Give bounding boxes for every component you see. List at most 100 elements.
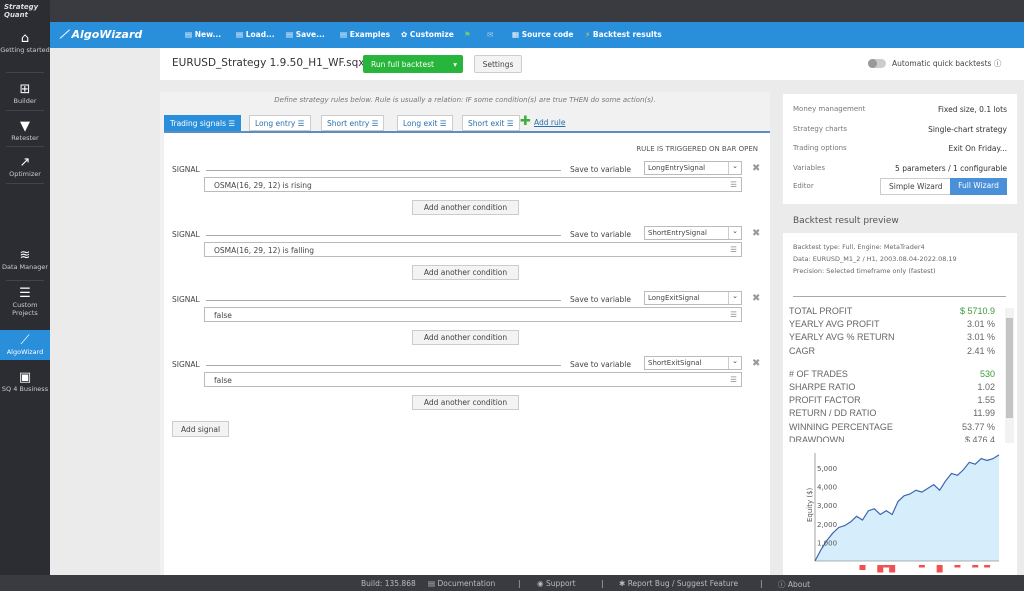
backtest-results-button[interactable]: ⚡ Backtest results: [585, 30, 662, 39]
add-icon[interactable]: ✚: [520, 115, 531, 129]
simple-wizard-button[interactable]: Simple Wizard: [889, 182, 943, 191]
info-row: Money management Fixed size, 0.1 lots: [793, 105, 1007, 114]
y-tick-label: 3,000: [817, 502, 837, 510]
variable-select[interactable]: ShortEntrySignal ⌄: [644, 226, 742, 240]
scroll-thumb[interactable]: [1006, 318, 1013, 418]
divider: [206, 235, 561, 236]
menu-icon[interactable]: ☰: [298, 119, 305, 128]
chevron-down-icon[interactable]: ⌄: [728, 227, 741, 239]
backtest-precision: Precision: Selected timeframe only (fast…: [793, 267, 936, 275]
menu-icon[interactable]: ☰: [372, 119, 379, 128]
condition-field[interactable]: false ☰: [204, 307, 742, 322]
auto-backtest-toggle[interactable]: [868, 59, 886, 68]
tab-short-entry[interactable]: Short entry ☰: [321, 115, 385, 131]
mail-icon[interactable]: ✉: [487, 30, 493, 39]
sidebar-item-data-manager[interactable]: ≋ Data Manager: [0, 245, 50, 275]
stat-row: TOTAL PROFIT $ 5710.9: [789, 306, 995, 316]
drawdown-bar: [877, 565, 884, 573]
stat-row: YEARLY AVG % RETURN 3.01 %: [789, 332, 995, 343]
footer: Build: 135.868 ▤ Documentation | ◉ Suppo…: [0, 575, 1024, 591]
drawdown-bar: [984, 565, 991, 568]
book-icon: ▤: [428, 579, 436, 588]
add-condition-button[interactable]: Add another condition: [412, 330, 519, 345]
support-link[interactable]: ◉ Support: [537, 579, 576, 588]
help-icon[interactable]: ⓘ: [994, 59, 1002, 68]
full-wizard-button[interactable]: Full Wizard: [950, 178, 1007, 195]
menu-icon[interactable]: ☰: [228, 119, 235, 128]
tab-long-exit[interactable]: Long exit ☰: [397, 115, 453, 131]
strategy-info-panel: Money management Fixed size, 0.1 lots Stra…: [783, 94, 1017, 204]
about-link[interactable]: ⓘ About: [778, 579, 810, 590]
save-button[interactable]: ▤ Save...: [286, 30, 325, 39]
y-axis-label: Equity ($): [806, 487, 814, 522]
projects-icon: ☰: [19, 286, 31, 301]
signal-block: SIGNAL Save to variable ShortEntrySignal…: [164, 226, 770, 295]
info-value[interactable]: Single-chart strategy: [928, 125, 1007, 134]
condition-field[interactable]: false ☰: [204, 372, 742, 387]
drawdown-bar: [936, 565, 943, 573]
flag-icon[interactable]: ⚑: [464, 30, 471, 39]
info-value[interactable]: Fixed size, 0.1 lots: [938, 105, 1007, 114]
drawdown-bar: [954, 565, 961, 568]
variable-select[interactable]: ShortExitSignal ⌄: [644, 356, 742, 370]
menu-icon[interactable]: ☰: [730, 180, 737, 189]
signal-block: SIGNAL Save to variable LongExitSignal ⌄ …: [164, 291, 770, 360]
chevron-down-icon[interactable]: ⌄: [728, 292, 741, 304]
caret-down-icon[interactable]: ▾: [453, 60, 457, 69]
sidebar-item-sq-4-business[interactable]: ▣ SQ 4 Business: [0, 367, 50, 397]
info-value[interactable]: 5 parameters / 1 configurable: [895, 164, 1007, 173]
y-tick-label: 2,000: [817, 521, 837, 529]
report-bug-link[interactable]: ✱ Report Bug / Suggest Feature: [619, 579, 738, 588]
documentation-link[interactable]: ▤ Documentation: [428, 579, 495, 588]
chart-icon: ↗: [19, 155, 31, 170]
support-icon: ◉: [537, 579, 544, 588]
plus-icon: ⊞: [19, 82, 31, 97]
variable-select[interactable]: LongExitSignal ⌄: [644, 291, 742, 305]
signal-block: SIGNAL Save to variable ShortExitSignal ⌄…: [164, 356, 770, 425]
condition-field[interactable]: OSMA(16, 29, 12) is falling ☰: [204, 242, 742, 257]
menu-icon[interactable]: ☰: [730, 245, 737, 254]
remove-signal-icon[interactable]: ✖: [752, 293, 760, 304]
brand: ⟋ AlgoWizard: [60, 28, 143, 41]
add-condition-button[interactable]: Add another condition: [412, 200, 519, 215]
tab-long-entry[interactable]: Long entry ☰: [249, 115, 311, 131]
condition-field[interactable]: OSMA(16, 29, 12) is rising ☰: [204, 177, 742, 192]
examples-button[interactable]: ▤ Examples: [340, 30, 390, 39]
run-full-backtest-button[interactable]: Run full backtest ▾: [363, 55, 463, 73]
wand-icon: ⟋: [20, 333, 30, 348]
add-condition-button[interactable]: Add another condition: [412, 265, 519, 280]
stat-value: 11.99: [973, 408, 995, 419]
source-code-button[interactable]: ▦ Source code: [512, 30, 574, 39]
settings-button[interactable]: Settings: [474, 55, 522, 73]
remove-signal-icon[interactable]: ✖: [752, 358, 760, 369]
sidebar-item-algowizard[interactable]: ⟋ AlgoWizard: [0, 330, 50, 360]
bug-icon: ✱: [619, 579, 626, 588]
add-rule-link[interactable]: Add rule: [534, 118, 565, 127]
customize-button[interactable]: ✿ Customize: [401, 30, 454, 39]
info-value[interactable]: Exit On Friday...: [949, 144, 1007, 153]
menu-icon[interactable]: ☰: [730, 375, 737, 384]
remove-signal-icon[interactable]: ✖: [752, 163, 760, 174]
sidebar-item-retester[interactable]: ▼ Retester: [0, 116, 50, 146]
sidebar-item-optimizer[interactable]: ↗ Optimizer: [0, 152, 50, 182]
add-condition-button[interactable]: Add another condition: [412, 395, 519, 410]
tab-trading-signals[interactable]: Trading signals ☰: [164, 115, 242, 131]
add-signal-button[interactable]: Add signal: [172, 421, 229, 437]
load-button[interactable]: ▤ Load...: [236, 30, 275, 39]
menu-icon[interactable]: ☰: [507, 119, 514, 128]
backtest-data: Data: EURUSD_M1_2 / H1, 2003.08.04-2022.…: [793, 255, 957, 263]
chevron-down-icon[interactable]: ⌄: [728, 162, 741, 174]
stats-scrollbar[interactable]: [1005, 308, 1014, 443]
info-row: Strategy charts Single-chart strategy: [793, 124, 1007, 134]
remove-signal-icon[interactable]: ✖: [752, 228, 760, 239]
sidebar-item-getting-started[interactable]: ⌂ Getting started: [0, 28, 50, 58]
menu-icon[interactable]: ☰: [440, 119, 447, 128]
chevron-down-icon[interactable]: ⌄: [728, 357, 741, 369]
menu-icon[interactable]: ☰: [730, 310, 737, 319]
sidebar-item-builder[interactable]: ⊞ Builder: [0, 79, 50, 109]
drawdown-bar: [889, 565, 896, 573]
tab-short-exit[interactable]: Short exit ☰: [462, 115, 520, 131]
variable-select[interactable]: LongEntrySignal ⌄: [644, 161, 742, 175]
new-button[interactable]: ▤ New...: [185, 30, 221, 39]
sidebar-item-custom-projects[interactable]: ☰ Custom Projects: [0, 283, 50, 321]
